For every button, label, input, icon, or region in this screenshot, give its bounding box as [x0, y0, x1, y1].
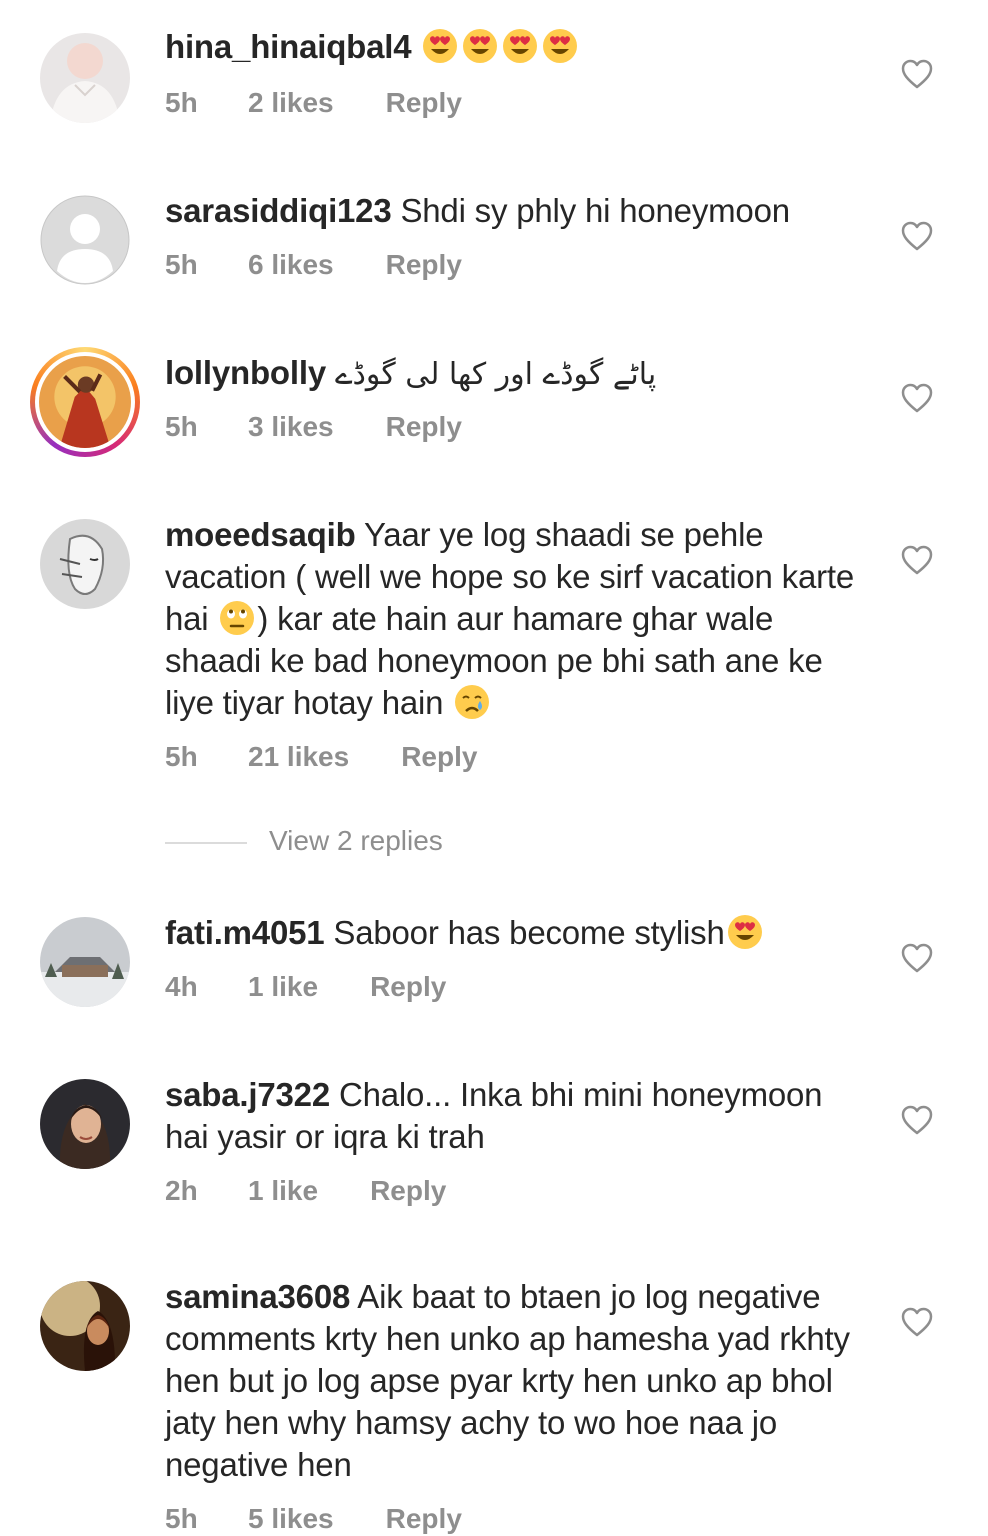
comment-meta: 2h 1 like Reply: [165, 1175, 446, 1207]
eye-roll-emoji: [219, 600, 255, 636]
like-heart-icon[interactable]: [901, 943, 933, 973]
comment-meta: 5h 6 likes Reply: [165, 249, 462, 281]
comment-likes[interactable]: 21 likes: [248, 741, 349, 773]
comment-text: fati.m4051 Saboor has become stylish: [165, 912, 865, 954]
comment-time: 5h: [165, 1503, 198, 1534]
comment-time: 5h: [165, 741, 198, 772]
like-heart-icon[interactable]: [901, 221, 933, 251]
comment-time: 5h: [165, 411, 198, 442]
comment-text: samina3608 Aik baat to btaen jo log nega…: [165, 1276, 865, 1486]
comment-meta: 4h 1 like Reply: [165, 971, 446, 1003]
comment-body: Shdi sy phly hi honeymoon: [400, 192, 790, 229]
heart-eyes-emoji: [422, 28, 458, 64]
comment-username[interactable]: lollynbolly: [165, 354, 326, 391]
like-heart-icon[interactable]: [901, 545, 933, 575]
reply-button[interactable]: Reply: [386, 249, 462, 281]
comment-text: sarasiddiqi123 Shdi sy phly hi honeymoon: [165, 190, 865, 232]
view-replies-label: View 2 replies: [269, 825, 443, 856]
comment-body: Saboor has become stylish: [333, 914, 725, 951]
comment-username[interactable]: moeedsaqib: [165, 516, 356, 553]
comment-time: 5h: [165, 249, 198, 280]
comment-meta: 5h 21 likes Reply: [165, 741, 477, 773]
comment-body: ) kar ate hain aur hamare ghar wale shaa…: [165, 600, 823, 721]
comment-username[interactable]: hina_hinaiqbal4: [165, 28, 412, 65]
heart-eyes-emoji: [462, 28, 498, 64]
avatar[interactable]: [40, 917, 130, 1007]
comment-text: moeedsaqib Yaar ye log shaadi se pehle v…: [165, 514, 865, 724]
comment-username[interactable]: fati.m4051: [165, 914, 325, 951]
like-heart-icon[interactable]: [901, 1307, 933, 1337]
comment-body: پاٹے گوڈے اور کھا لی گوڈے: [334, 357, 657, 392]
reply-button[interactable]: Reply: [370, 971, 446, 1003]
reply-button[interactable]: Reply: [386, 87, 462, 119]
comment-time: 2h: [165, 1175, 198, 1206]
reply-button[interactable]: Reply: [370, 1175, 446, 1207]
comment-text: hina_hinaiqbal4: [165, 26, 865, 68]
comment-text: lollynbolly پاٹے گوڈے اور کھا لی گوڈے: [165, 352, 865, 396]
avatar[interactable]: [30, 347, 140, 457]
like-heart-icon[interactable]: [901, 383, 933, 413]
heart-eyes-emoji: [542, 28, 578, 64]
comment-username[interactable]: saba.j7322: [165, 1076, 330, 1113]
like-heart-icon[interactable]: [901, 59, 933, 89]
comment-username[interactable]: samina3608: [165, 1278, 350, 1315]
avatar[interactable]: [40, 519, 130, 609]
comment-username[interactable]: sarasiddiqi123: [165, 192, 392, 229]
heart-eyes-emoji: [727, 914, 763, 950]
reply-button[interactable]: Reply: [386, 411, 462, 443]
comment-likes[interactable]: 5 likes: [248, 1503, 334, 1535]
replies-divider: [165, 841, 247, 844]
avatar[interactable]: [40, 1079, 130, 1169]
story-ring: [35, 352, 135, 452]
like-heart-icon[interactable]: [901, 1105, 933, 1135]
comment-likes[interactable]: 3 likes: [248, 411, 334, 443]
comment-meta: 5h 5 likes Reply: [165, 1503, 462, 1535]
comment-text: saba.j7322 Chalo... Inka bhi mini honeym…: [165, 1074, 865, 1158]
comment-meta: 5h 2 likes Reply: [165, 87, 462, 119]
comment-likes[interactable]: 1 like: [248, 971, 318, 1003]
comment-likes[interactable]: 2 likes: [248, 87, 334, 119]
comment-likes[interactable]: 6 likes: [248, 249, 334, 281]
comment-meta: 5h 3 likes Reply: [165, 411, 462, 443]
reply-button[interactable]: Reply: [386, 1503, 462, 1535]
avatar[interactable]: [40, 195, 130, 285]
avatar[interactable]: [40, 1281, 130, 1371]
comment-likes[interactable]: 1 like: [248, 1175, 318, 1207]
view-replies-button[interactable]: View 2 replies: [165, 825, 443, 857]
crying-emoji: [454, 684, 490, 720]
heart-eyes-emoji: [502, 28, 538, 64]
reply-button[interactable]: Reply: [401, 741, 477, 773]
comment-time: 5h: [165, 87, 198, 118]
avatar[interactable]: [40, 33, 130, 123]
comment-time: 4h: [165, 971, 198, 1002]
